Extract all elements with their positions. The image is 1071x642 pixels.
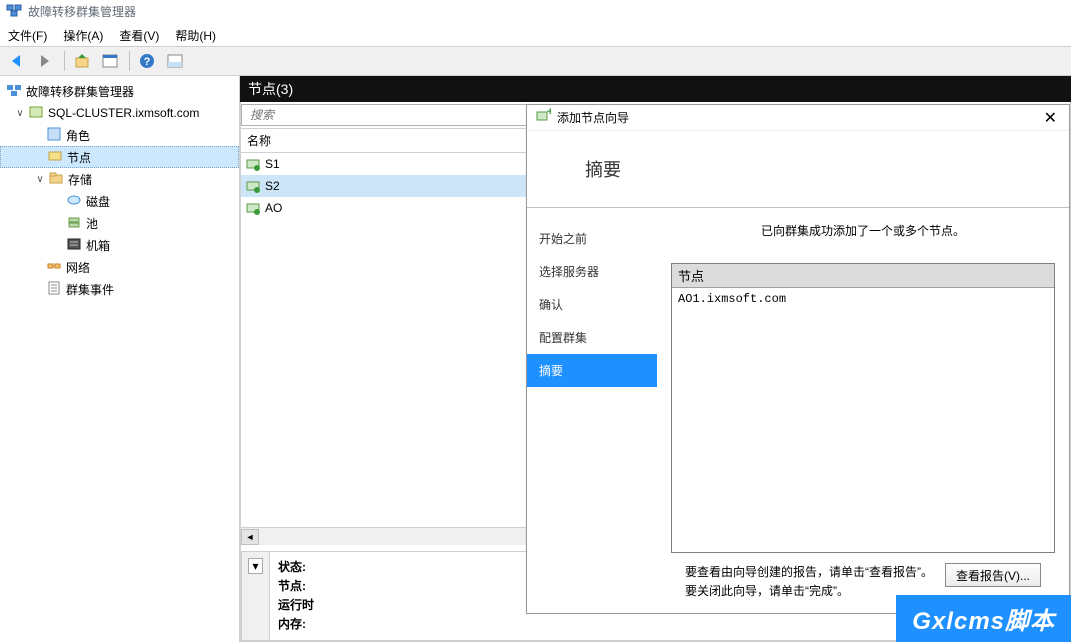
add-node-wizard: + 添加节点向导 ✕ 摘要 开始之前 选择服务器 确认 配置群集 [526,104,1070,614]
up-button[interactable] [69,48,95,74]
result-body: AO1.ixmsoft.com [672,288,1054,310]
wizard-body: 开始之前 选择服务器 确认 配置群集 摘要 已向群集成功添加了一个或多个节点。 … [527,208,1069,613]
wizard-steps: 开始之前 选择服务器 确认 配置群集 摘要 [527,208,657,613]
collapse-handle[interactable]: ▾ [242,552,270,640]
wizard-page-title: 摘要 [585,156,621,182]
toolbar: ? [0,46,1071,76]
menubar: 文件(F) 操作(A) 查看(V) 帮助(H) [0,24,1071,46]
hint-line1: 要查看由向导创建的报告，请单击“查看报告”。 [685,565,933,579]
main-area: 故障转移群集管理器 ∨ SQL-CLUSTER.ixmsoft.com 角色 节… [0,76,1071,642]
svg-text:?: ? [144,56,151,68]
wizard-icon: + [535,108,551,127]
menu-view[interactable]: 查看(V) [119,27,159,44]
tree-pools-label: 池 [86,215,98,232]
tree-chassis-label: 机箱 [86,237,110,254]
wizard-message: 已向群集成功添加了一个或多个节点。 [671,222,1055,239]
window-title: 故障转移群集管理器 [28,3,136,20]
tree-networks-label: 网络 [66,259,90,276]
tree-nodes-label: 节点 [67,149,91,166]
tree-nodes[interactable]: 节点 [0,146,239,168]
close-button[interactable]: ✕ [1040,108,1061,128]
tree-networks[interactable]: 网络 [0,256,239,278]
tree-cluster-label: SQL-CLUSTER.ixmsoft.com [48,106,199,120]
tree-chassis[interactable]: 机箱 [0,234,239,256]
wizard-step[interactable]: 开始之前 [527,222,657,255]
tree-root[interactable]: 故障转移群集管理器 [0,80,239,102]
menu-action[interactable]: 操作(A) [63,27,103,44]
menu-help[interactable]: 帮助(H) [175,27,216,44]
hint-line2: 要关闭此向导，请单击“完成”。 [685,584,849,598]
tree-pools[interactable]: 池 [0,212,239,234]
wizard-titlebar: + 添加节点向导 ✕ [527,105,1069,131]
row-label: S2 [265,179,280,193]
tree-storage[interactable]: ∨ 存储 [0,168,239,190]
view-report-button[interactable]: 查看报告(V)... [945,563,1041,587]
wizard-title-text: 添加节点向导 [557,109,629,126]
nodes-icon [47,148,63,167]
titlebar: 故障转移群集管理器 [0,0,1071,24]
app-icon [6,2,22,21]
tree-disks[interactable]: 磁盘 [0,190,239,212]
folder-icon [48,170,64,189]
toolbar-separator [64,51,65,71]
expand-toggle[interactable]: ∨ [34,174,46,185]
tree-root-label: 故障转移群集管理器 [26,83,134,100]
wizard-step-active[interactable]: 摘要 [527,354,657,387]
pool-icon [66,214,82,233]
tree-roles-label: 角色 [66,127,90,144]
expand-toggle[interactable]: ∨ [14,108,26,119]
wizard-content: 已向群集成功添加了一个或多个节点。 节点 AO1.ixmsoft.com 要查看… [657,208,1069,613]
tree-events[interactable]: 群集事件 [0,278,239,300]
chassis-icon [66,236,82,255]
row-label: S1 [265,157,280,171]
svg-text:+: + [547,108,551,118]
center-header: 节点(3) [240,76,1071,102]
wizard-step[interactable]: 确认 [527,288,657,321]
wizard-header: 摘要 [527,131,1069,207]
result-header: 节点 [672,264,1054,288]
menu-file[interactable]: 文件(F) [8,27,47,44]
cluster-manager-icon [6,82,22,101]
scroll-left-icon[interactable]: ◄ [241,529,259,545]
nav-tree: 故障转移群集管理器 ∨ SQL-CLUSTER.ixmsoft.com 角色 节… [0,76,240,642]
chevron-down-icon: ▾ [248,558,262,574]
tree-storage-label: 存储 [68,171,92,188]
roles-icon [46,126,62,145]
forward-button[interactable] [32,48,58,74]
watermark: Gxlcms脚本 [896,595,1071,642]
row-label: AO [265,201,282,215]
details-pane-button[interactable] [162,48,188,74]
wizard-step[interactable]: 配置群集 [527,321,657,354]
tree-events-label: 群集事件 [66,281,114,298]
center-pane: 节点(3) 名称 S1 S2 AO ◄ [240,76,1071,642]
help-button[interactable]: ? [134,48,160,74]
network-icon [46,258,62,277]
tree-cluster[interactable]: ∨ SQL-CLUSTER.ixmsoft.com [0,102,239,124]
back-button[interactable] [4,48,30,74]
center-body: 名称 S1 S2 AO ◄ ► [240,102,1071,642]
tree-disks-label: 磁盘 [86,193,110,210]
properties-button[interactable] [97,48,123,74]
toolbar-separator-2 [129,51,130,71]
wizard-step[interactable]: 选择服务器 [527,255,657,288]
result-box: 节点 AO1.ixmsoft.com [671,263,1055,553]
tree-roles[interactable]: 角色 [0,124,239,146]
disk-icon [66,192,82,211]
cluster-icon [28,104,44,123]
events-icon [46,280,62,299]
